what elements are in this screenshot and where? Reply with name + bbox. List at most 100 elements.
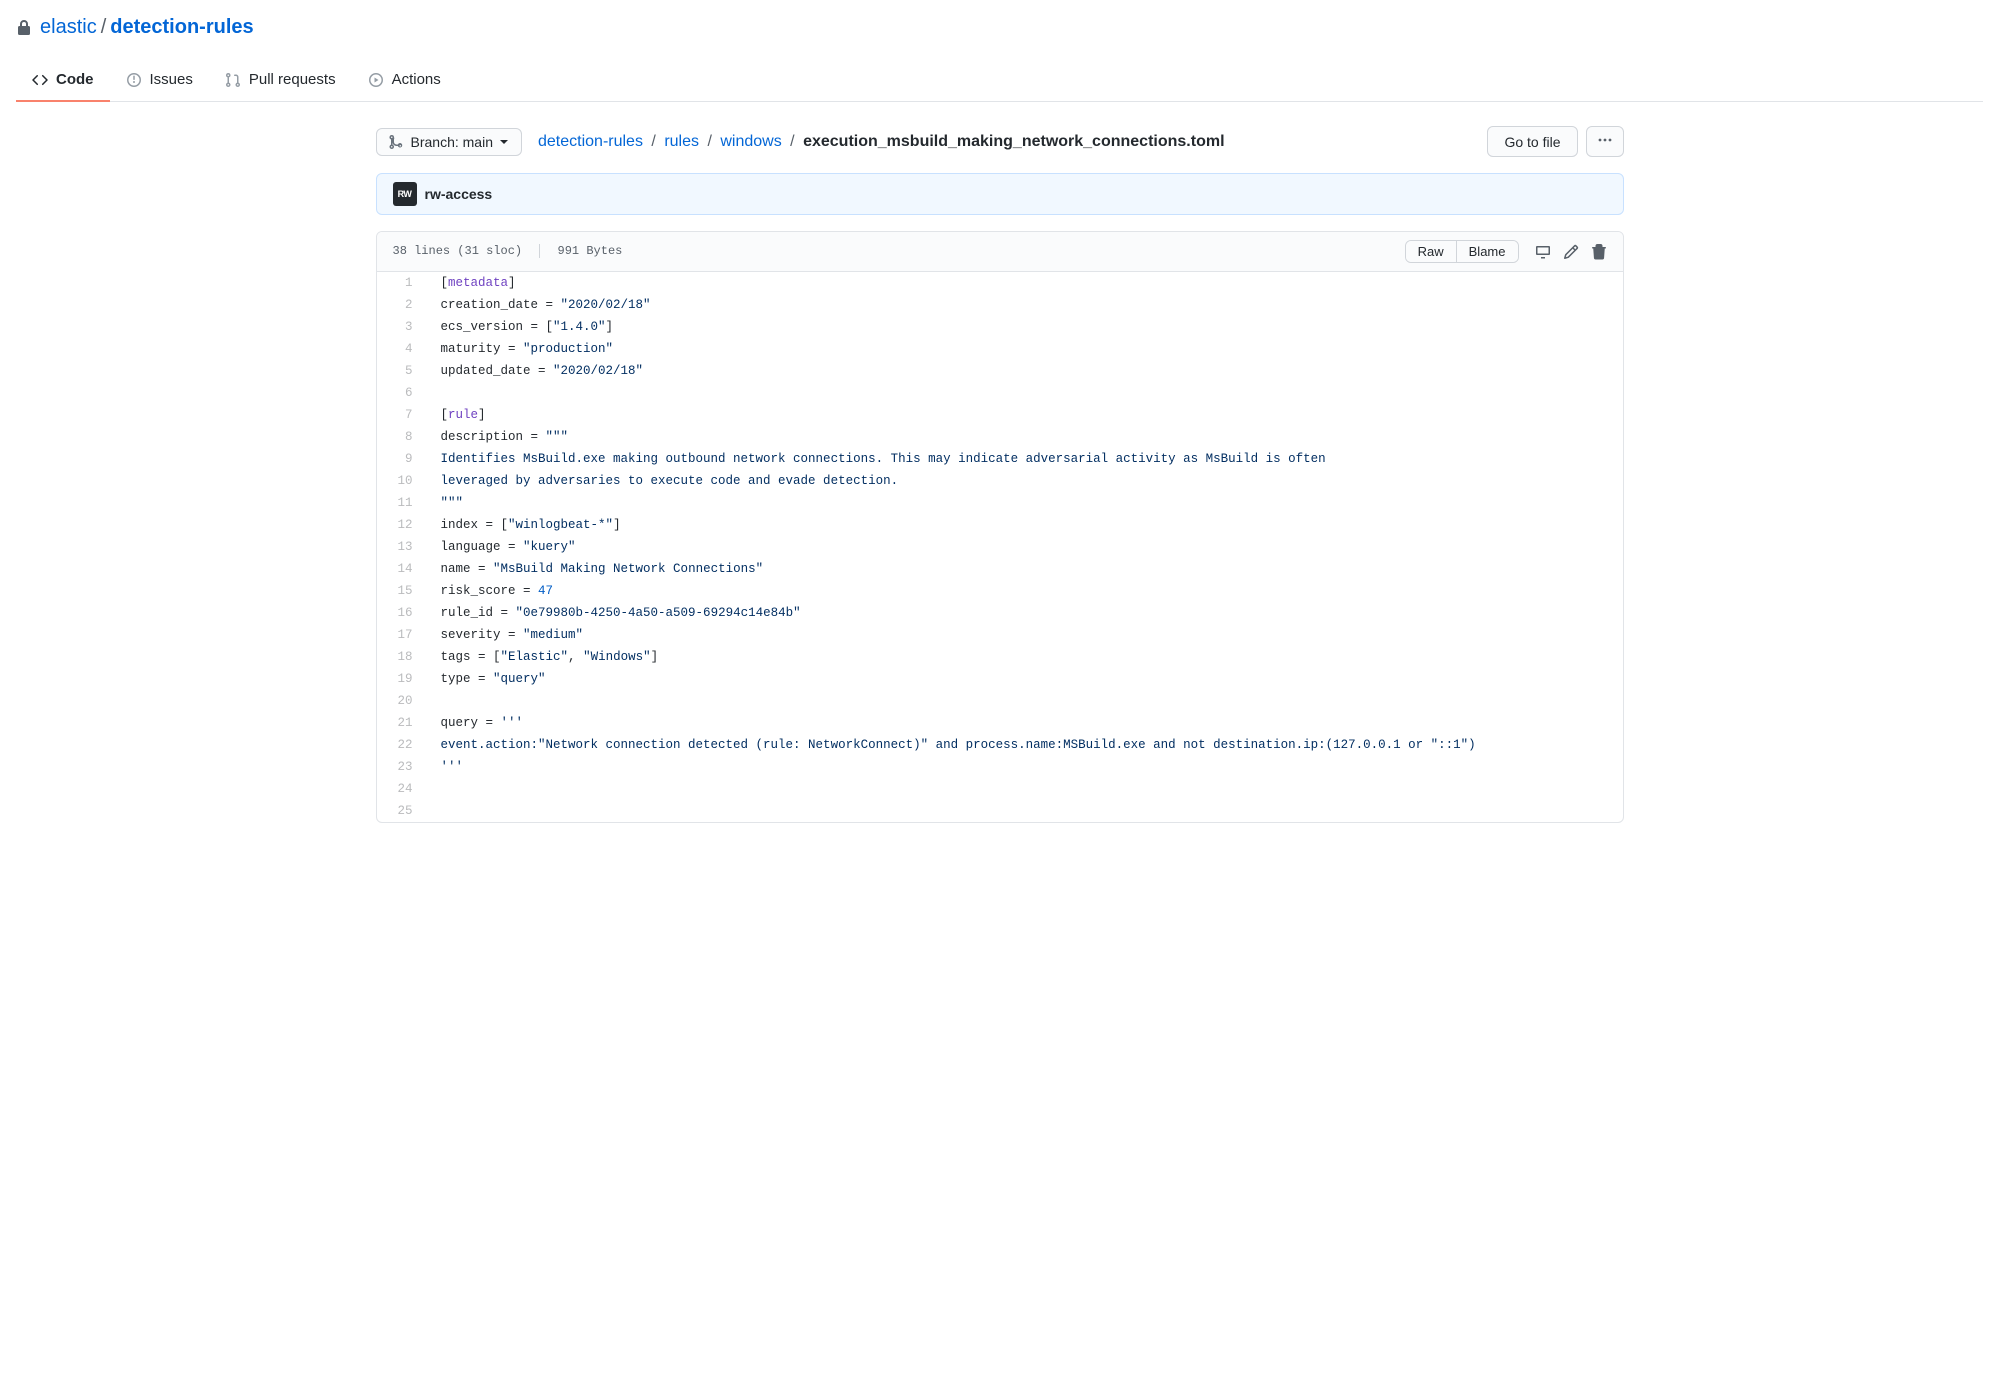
line-number[interactable]: 21 bbox=[377, 712, 427, 734]
line-content bbox=[427, 382, 1623, 404]
kebab-icon bbox=[1597, 132, 1613, 151]
code-line: 10leveraged by adversaries to execute co… bbox=[377, 470, 1623, 492]
line-number[interactable]: 23 bbox=[377, 756, 427, 778]
line-number[interactable]: 13 bbox=[377, 536, 427, 558]
line-content: creation_date = "2020/02/18" bbox=[427, 294, 1623, 316]
line-number[interactable]: 20 bbox=[377, 690, 427, 712]
code-line: 4maturity = "production" bbox=[377, 338, 1623, 360]
line-number[interactable]: 2 bbox=[377, 294, 427, 316]
raw-button[interactable]: Raw bbox=[1406, 241, 1456, 262]
line-number[interactable]: 19 bbox=[377, 668, 427, 690]
code-line: 18tags = ["Elastic", "Windows"] bbox=[377, 646, 1623, 668]
line-content: [metadata] bbox=[427, 272, 1623, 294]
tab-actions[interactable]: Actions bbox=[352, 63, 457, 102]
repo-name-link[interactable]: detection-rules bbox=[110, 16, 253, 38]
code-line: 17severity = "medium" bbox=[377, 624, 1623, 646]
line-number[interactable]: 22 bbox=[377, 734, 427, 756]
breadcrumb-1[interactable]: rules bbox=[664, 133, 699, 150]
code-line: 19type = "query" bbox=[377, 668, 1623, 690]
line-content: updated_date = "2020/02/18" bbox=[427, 360, 1623, 382]
line-number[interactable]: 18 bbox=[377, 646, 427, 668]
commit-author[interactable]: rw-access bbox=[425, 186, 493, 202]
tab-pulls-label: Pull requests bbox=[249, 71, 336, 88]
raw-blame-group: Raw Blame bbox=[1405, 240, 1519, 263]
line-content: severity = "medium" bbox=[427, 624, 1623, 646]
tab-pulls[interactable]: Pull requests bbox=[209, 63, 352, 102]
code-line: 8description = """ bbox=[377, 426, 1623, 448]
line-number[interactable]: 17 bbox=[377, 624, 427, 646]
line-content: risk_score = 47 bbox=[427, 580, 1623, 602]
file-info: 38 lines (31 sloc) 991 Bytes bbox=[393, 244, 623, 258]
line-number[interactable]: 14 bbox=[377, 558, 427, 580]
caret-down-icon bbox=[499, 137, 509, 147]
line-content: ''' bbox=[427, 756, 1623, 778]
line-content: index = ["winlogbeat-*"] bbox=[427, 514, 1623, 536]
breadcrumb-2[interactable]: windows bbox=[720, 133, 781, 150]
tab-actions-label: Actions bbox=[392, 71, 441, 88]
line-content bbox=[427, 800, 1623, 822]
code-line: 20 bbox=[377, 690, 1623, 712]
line-content: name = "MsBuild Making Network Connectio… bbox=[427, 558, 1623, 580]
code-line: 16rule_id = "0e79980b-4250-4a50-a509-692… bbox=[377, 602, 1623, 624]
code-line: 15risk_score = 47 bbox=[377, 580, 1623, 602]
code-line: 25 bbox=[377, 800, 1623, 822]
line-number[interactable]: 8 bbox=[377, 426, 427, 448]
repo-tabs: Code Issues Pull requests Actions bbox=[16, 63, 1983, 102]
line-content bbox=[427, 778, 1623, 800]
line-number[interactable]: 25 bbox=[377, 800, 427, 822]
line-content: query = ''' bbox=[427, 712, 1623, 734]
line-number[interactable]: 5 bbox=[377, 360, 427, 382]
pencil-icon[interactable] bbox=[1563, 244, 1579, 260]
line-number[interactable]: 4 bbox=[377, 338, 427, 360]
tab-issues[interactable]: Issues bbox=[110, 63, 209, 102]
code-line: 6 bbox=[377, 382, 1623, 404]
trash-icon[interactable] bbox=[1591, 244, 1607, 260]
line-number[interactable]: 12 bbox=[377, 514, 427, 536]
line-content: Identifies MsBuild.exe making outbound n… bbox=[427, 448, 1623, 470]
more-options-button[interactable] bbox=[1586, 126, 1624, 157]
code-line: 22event.action:"Network connection detec… bbox=[377, 734, 1623, 756]
line-number[interactable]: 9 bbox=[377, 448, 427, 470]
goto-file-button[interactable]: Go to file bbox=[1487, 126, 1577, 157]
line-number[interactable]: 3 bbox=[377, 316, 427, 338]
line-number[interactable]: 1 bbox=[377, 272, 427, 294]
file-lines: 38 lines (31 sloc) bbox=[393, 245, 523, 259]
line-number[interactable]: 7 bbox=[377, 404, 427, 426]
line-number[interactable]: 11 bbox=[377, 492, 427, 514]
git-branch-icon bbox=[389, 134, 405, 150]
code-line: 7[rule] bbox=[377, 404, 1623, 426]
line-number[interactable]: 10 bbox=[377, 470, 427, 492]
desktop-icon[interactable] bbox=[1535, 244, 1551, 260]
code-line: 24 bbox=[377, 778, 1623, 800]
line-content: description = """ bbox=[427, 426, 1623, 448]
code-line: 12index = ["winlogbeat-*"] bbox=[377, 514, 1623, 536]
code-table: 1[metadata]2creation_date = "2020/02/18"… bbox=[377, 272, 1623, 822]
blame-button[interactable]: Blame bbox=[1456, 241, 1518, 262]
code-line: 11""" bbox=[377, 492, 1623, 514]
line-number[interactable]: 16 bbox=[377, 602, 427, 624]
repo-sep: / bbox=[101, 16, 107, 39]
divider bbox=[539, 244, 540, 258]
code-icon bbox=[32, 72, 48, 88]
git-pull-icon bbox=[225, 72, 241, 88]
line-content: ecs_version = ["1.4.0"] bbox=[427, 316, 1623, 338]
breadcrumb-0[interactable]: detection-rules bbox=[538, 133, 643, 150]
line-content: leveraged by adversaries to execute code… bbox=[427, 470, 1623, 492]
code-line: 1[metadata] bbox=[377, 272, 1623, 294]
code-line: 23''' bbox=[377, 756, 1623, 778]
tab-issues-label: Issues bbox=[150, 71, 193, 88]
tab-code[interactable]: Code bbox=[16, 63, 110, 102]
breadcrumb: detection-rules / rules / windows / exec… bbox=[538, 133, 1225, 151]
line-number[interactable]: 15 bbox=[377, 580, 427, 602]
repo-owner-link[interactable]: elastic bbox=[40, 16, 97, 39]
latest-commit-box: RW rw-access bbox=[376, 173, 1624, 215]
line-content: type = "query" bbox=[427, 668, 1623, 690]
avatar[interactable]: RW bbox=[393, 182, 417, 206]
line-content: """ bbox=[427, 492, 1623, 514]
code-line: 3ecs_version = ["1.4.0"] bbox=[377, 316, 1623, 338]
line-number[interactable]: 6 bbox=[377, 382, 427, 404]
line-content: event.action:"Network connection detecte… bbox=[427, 734, 1623, 756]
branch-select-button[interactable]: Branch: main bbox=[376, 128, 523, 156]
breadcrumb-file: execution_msbuild_making_network_connect… bbox=[803, 133, 1224, 150]
line-number[interactable]: 24 bbox=[377, 778, 427, 800]
